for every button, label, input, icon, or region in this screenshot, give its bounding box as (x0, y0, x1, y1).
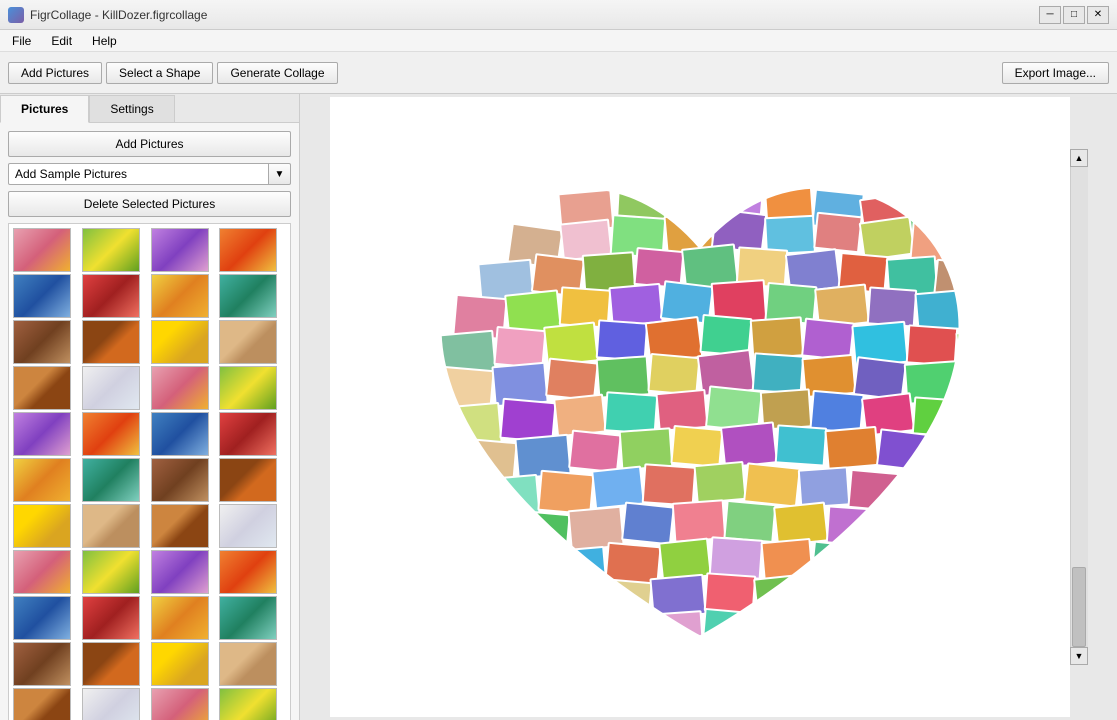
main-content: Add Pictures Select a Shape Generate Col… (0, 52, 1117, 720)
thumbnail-item[interactable] (13, 228, 71, 272)
thumbnail-item[interactable] (151, 688, 209, 720)
thumbnail-item[interactable] (82, 412, 140, 456)
thumbnail-item[interactable] (151, 596, 209, 640)
add-pictures-button[interactable]: Add Pictures (8, 62, 102, 84)
thumbnail-item[interactable] (151, 320, 209, 364)
thumbnail-item[interactable] (151, 642, 209, 686)
export-image-button[interactable]: Export Image... (1002, 62, 1109, 84)
workspace: Pictures Settings Add Pictures Add Sampl… (0, 94, 1117, 720)
thumbnail-scroll-area[interactable] (8, 223, 291, 720)
thumbnail-item[interactable] (219, 228, 277, 272)
thumbnail-item[interactable] (219, 504, 277, 548)
generate-collage-button[interactable]: Generate Collage (217, 62, 337, 84)
panel-body: Add Pictures Add Sample Pictures ▼ Delet… (0, 123, 299, 720)
scroll-thumb[interactable] (1072, 567, 1086, 647)
thumbnail-item[interactable] (13, 504, 71, 548)
scroll-up-button[interactable]: ▲ (1070, 149, 1088, 167)
sample-dropdown-row: Add Sample Pictures ▼ (8, 163, 291, 185)
thumbnail-item[interactable] (219, 366, 277, 410)
tab-settings[interactable]: Settings (89, 95, 174, 123)
thumbnail-grid (9, 224, 290, 720)
scroll-down-button[interactable]: ▼ (1070, 647, 1088, 665)
thumbnail-item[interactable] (82, 642, 140, 686)
thumbnail-item[interactable] (13, 274, 71, 318)
thumbnail-item[interactable] (13, 412, 71, 456)
window-title: FigrCollage - KillDozer.figrcollage (30, 8, 207, 22)
thumbnail-item[interactable] (151, 366, 209, 410)
dropdown-arrow-icon[interactable]: ▼ (269, 163, 291, 185)
thumbnail-item[interactable] (219, 596, 277, 640)
thumbnail-item[interactable] (13, 366, 71, 410)
thumbnail-item[interactable] (13, 550, 71, 594)
thumbnail-item[interactable] (219, 688, 277, 720)
thumbnail-item[interactable] (13, 596, 71, 640)
thumbnail-item[interactable] (151, 412, 209, 456)
thumbnail-item[interactable] (151, 228, 209, 272)
title-bar-left: FigrCollage - KillDozer.figrcollage (8, 7, 207, 23)
title-bar: FigrCollage - KillDozer.figrcollage ─ □ … (0, 0, 1117, 30)
sample-pictures-select[interactable]: Add Sample Pictures (8, 163, 269, 185)
thumbnail-item[interactable] (82, 274, 140, 318)
tab-bar: Pictures Settings (0, 94, 299, 123)
thumbnail-item[interactable] (13, 320, 71, 364)
thumbnail-item[interactable] (219, 320, 277, 364)
select-shape-button[interactable]: Select a Shape (106, 62, 213, 84)
collage-canvas (330, 97, 1070, 717)
thumbnail-item[interactable] (13, 642, 71, 686)
menu-help[interactable]: Help (84, 32, 125, 50)
heart-collage-svg (360, 117, 1040, 697)
thumbnail-item[interactable] (82, 550, 140, 594)
thumbnail-item[interactable] (219, 412, 277, 456)
close-button[interactable]: ✕ (1087, 6, 1109, 24)
thumbnail-item[interactable] (13, 688, 71, 720)
minimize-button[interactable]: ─ (1039, 6, 1061, 24)
thumbnail-item[interactable] (82, 228, 140, 272)
canvas-area: ▲ ▼ (300, 94, 1117, 720)
thumbnail-item[interactable] (219, 274, 277, 318)
thumbnail-item[interactable] (219, 458, 277, 502)
thumbnail-item[interactable] (13, 458, 71, 502)
thumbnail-item[interactable] (82, 688, 140, 720)
thumbnail-item[interactable] (82, 366, 140, 410)
thumbnail-item[interactable] (151, 504, 209, 548)
thumbnail-item[interactable] (219, 550, 277, 594)
delete-selected-button[interactable]: Delete Selected Pictures (8, 191, 291, 217)
menu-edit[interactable]: Edit (43, 32, 80, 50)
app-icon (8, 7, 24, 23)
menu-bar: File Edit Help (0, 30, 1117, 52)
thumbnail-item[interactable] (151, 550, 209, 594)
thumbnail-item[interactable] (82, 596, 140, 640)
maximize-button[interactable]: □ (1063, 6, 1085, 24)
canvas-scrollbar[interactable]: ▲ ▼ (1070, 149, 1088, 665)
thumbnail-item[interactable] (151, 274, 209, 318)
tab-pictures[interactable]: Pictures (0, 95, 89, 123)
left-panel: Pictures Settings Add Pictures Add Sampl… (0, 94, 300, 720)
thumbnail-item[interactable] (82, 504, 140, 548)
toolbar: Add Pictures Select a Shape Generate Col… (0, 52, 1117, 94)
thumbnail-item[interactable] (219, 642, 277, 686)
thumbnail-item[interactable] (82, 458, 140, 502)
panel-add-pictures-button[interactable]: Add Pictures (8, 131, 291, 157)
thumbnail-item[interactable] (82, 320, 140, 364)
menu-file[interactable]: File (4, 32, 39, 50)
thumbnail-item[interactable] (151, 458, 209, 502)
title-bar-controls: ─ □ ✕ (1039, 6, 1109, 24)
